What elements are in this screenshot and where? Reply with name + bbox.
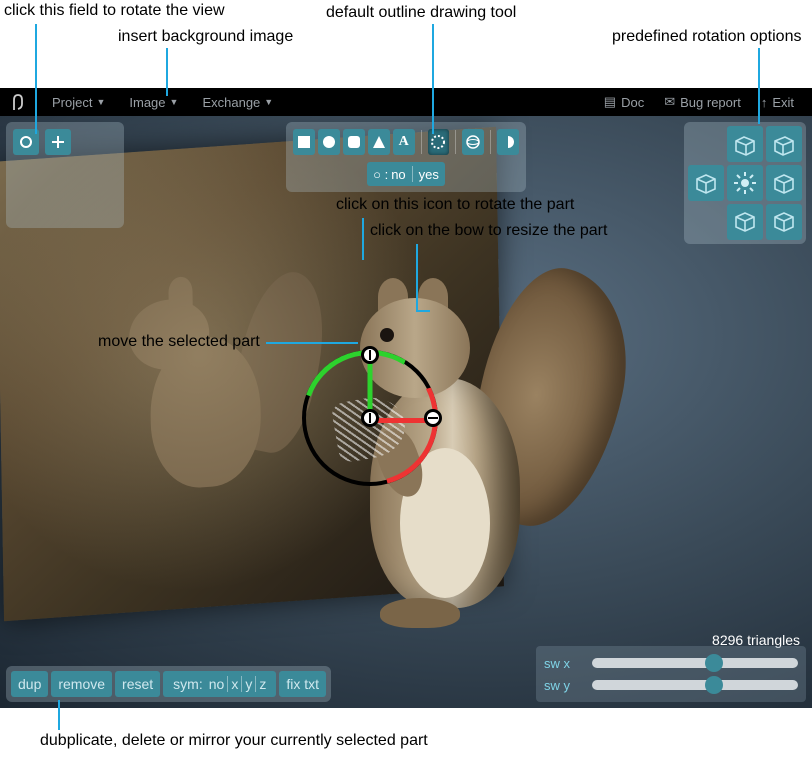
rect-tool-button[interactable] bbox=[293, 129, 315, 155]
callout-line bbox=[35, 24, 37, 134]
callout-line bbox=[166, 48, 168, 96]
roundrect-tool-button[interactable] bbox=[343, 129, 365, 155]
slider-swx-label: sw x bbox=[544, 656, 584, 671]
callout-line bbox=[416, 244, 418, 310]
callout-move-part: move the selected part bbox=[98, 333, 260, 351]
slider-panel: sw x sw y bbox=[536, 646, 806, 702]
menu-project[interactable]: Project ▼ bbox=[40, 95, 117, 110]
callout-line bbox=[758, 48, 760, 124]
doc-icon: ▤ bbox=[604, 94, 616, 110]
transform-gizmo[interactable] bbox=[290, 338, 450, 498]
callout-line bbox=[416, 310, 430, 312]
toolbar-divider bbox=[421, 130, 422, 154]
callout-bottombar: dubplicate, delete or mirror your curren… bbox=[40, 732, 428, 750]
fix-txt-button[interactable]: fix txt bbox=[279, 671, 326, 697]
rotation-presets-panel bbox=[684, 122, 806, 244]
menu-exit-label: Exit bbox=[772, 95, 794, 110]
circle-tool-button[interactable] bbox=[318, 129, 340, 155]
triangle-tool-button[interactable] bbox=[368, 129, 390, 155]
toolbar-divider bbox=[455, 130, 456, 154]
callout-rotate-part: click on this icon to rotate the part bbox=[336, 196, 574, 214]
sym-toggle[interactable]: sym: no x y z bbox=[163, 671, 276, 697]
option-yes[interactable]: yes bbox=[419, 167, 439, 182]
toolbar-divider bbox=[490, 130, 491, 154]
callout-line bbox=[432, 24, 434, 134]
sym-label: sym: bbox=[170, 676, 206, 692]
cube-empty bbox=[688, 204, 724, 240]
callout-outline-tool: default outline drawing tool bbox=[326, 4, 516, 22]
caret-icon: ▼ bbox=[170, 97, 179, 107]
arrow-up-icon: ↑ bbox=[761, 95, 768, 110]
gizmo-rotate-handle-top[interactable] bbox=[361, 346, 379, 364]
pan-view-button[interactable] bbox=[45, 129, 71, 155]
sym-x[interactable]: x bbox=[228, 676, 241, 692]
text-tool-button[interactable]: A bbox=[393, 129, 415, 155]
menu-bugreport[interactable]: ✉ Bug report bbox=[654, 94, 751, 110]
slider-swx[interactable] bbox=[592, 658, 798, 668]
caret-icon: ▼ bbox=[264, 97, 273, 107]
option-label: ○ : bbox=[373, 167, 388, 182]
menu-bug-label: Bug report bbox=[680, 95, 741, 110]
callout-line bbox=[362, 218, 364, 260]
dup-button[interactable]: dup bbox=[11, 671, 48, 697]
cube-view-bottom-front[interactable] bbox=[727, 204, 763, 240]
menu-doc-label: Doc bbox=[621, 95, 644, 110]
remove-button[interactable]: remove bbox=[51, 671, 112, 697]
cube-view-right[interactable] bbox=[766, 165, 802, 201]
menu-exchange-label: Exchange bbox=[202, 95, 260, 110]
menu-doc[interactable]: ▤ Doc bbox=[594, 94, 654, 110]
cube-empty bbox=[688, 126, 724, 162]
cube-view-top-front[interactable] bbox=[727, 126, 763, 162]
callout-resize-part: click on the bow to resize the part bbox=[370, 222, 607, 240]
slider-swy-label: sw y bbox=[544, 678, 584, 693]
option-no[interactable]: no bbox=[391, 167, 405, 182]
menu-project-label: Project bbox=[52, 95, 92, 110]
callout-line bbox=[266, 342, 358, 344]
gizmo-resize-handle-right[interactable] bbox=[424, 409, 442, 427]
outline-tool-button[interactable] bbox=[428, 129, 450, 155]
part-actions-panel: dup remove reset sym: no x y z fix txt bbox=[6, 666, 331, 702]
drawing-toolbar: A ○ : no yes bbox=[286, 122, 526, 192]
sym-z[interactable]: z bbox=[256, 676, 269, 692]
view-control-panel bbox=[6, 122, 124, 228]
outline-closed-option[interactable]: ○ : no yes bbox=[367, 162, 445, 186]
slider-swy[interactable] bbox=[592, 680, 798, 690]
callout-insert-bg: insert background image bbox=[118, 28, 293, 46]
sym-no[interactable]: no bbox=[206, 676, 228, 692]
gizmo-move-handle[interactable] bbox=[361, 409, 379, 427]
view-thumbnail-area[interactable] bbox=[12, 160, 118, 224]
sphere-tool-button[interactable] bbox=[462, 129, 484, 155]
app-logo-icon bbox=[8, 92, 28, 112]
cube-view-bottom-back[interactable] bbox=[766, 204, 802, 240]
cube-view-center-light[interactable] bbox=[727, 165, 763, 201]
menu-exchange[interactable]: Exchange ▼ bbox=[190, 95, 285, 110]
sym-y[interactable]: y bbox=[242, 676, 255, 692]
option-sep bbox=[412, 166, 413, 182]
callout-rotation-options: predefined rotation options bbox=[612, 28, 801, 46]
callout-line bbox=[58, 700, 60, 730]
reset-button[interactable]: reset bbox=[115, 671, 160, 697]
app-viewport: Project ▼ Image ▼ Exchange ▼ ▤ Doc ✉ Bug repo… bbox=[0, 88, 812, 708]
cube-view-top-back[interactable] bbox=[766, 126, 802, 162]
gizmo-axis-x[interactable] bbox=[370, 418, 432, 423]
caret-icon: ▼ bbox=[96, 97, 105, 107]
menu-image-label: Image bbox=[129, 95, 165, 110]
menu-image[interactable]: Image ▼ bbox=[117, 95, 190, 110]
callout-rotate-view: click this field to rotate the view bbox=[4, 2, 225, 20]
half-tool-button[interactable] bbox=[497, 129, 519, 155]
cube-view-left[interactable] bbox=[688, 165, 724, 201]
mail-icon: ✉ bbox=[664, 94, 675, 110]
menubar: Project ▼ Image ▼ Exchange ▼ ▤ Doc ✉ Bug repo… bbox=[0, 88, 812, 116]
